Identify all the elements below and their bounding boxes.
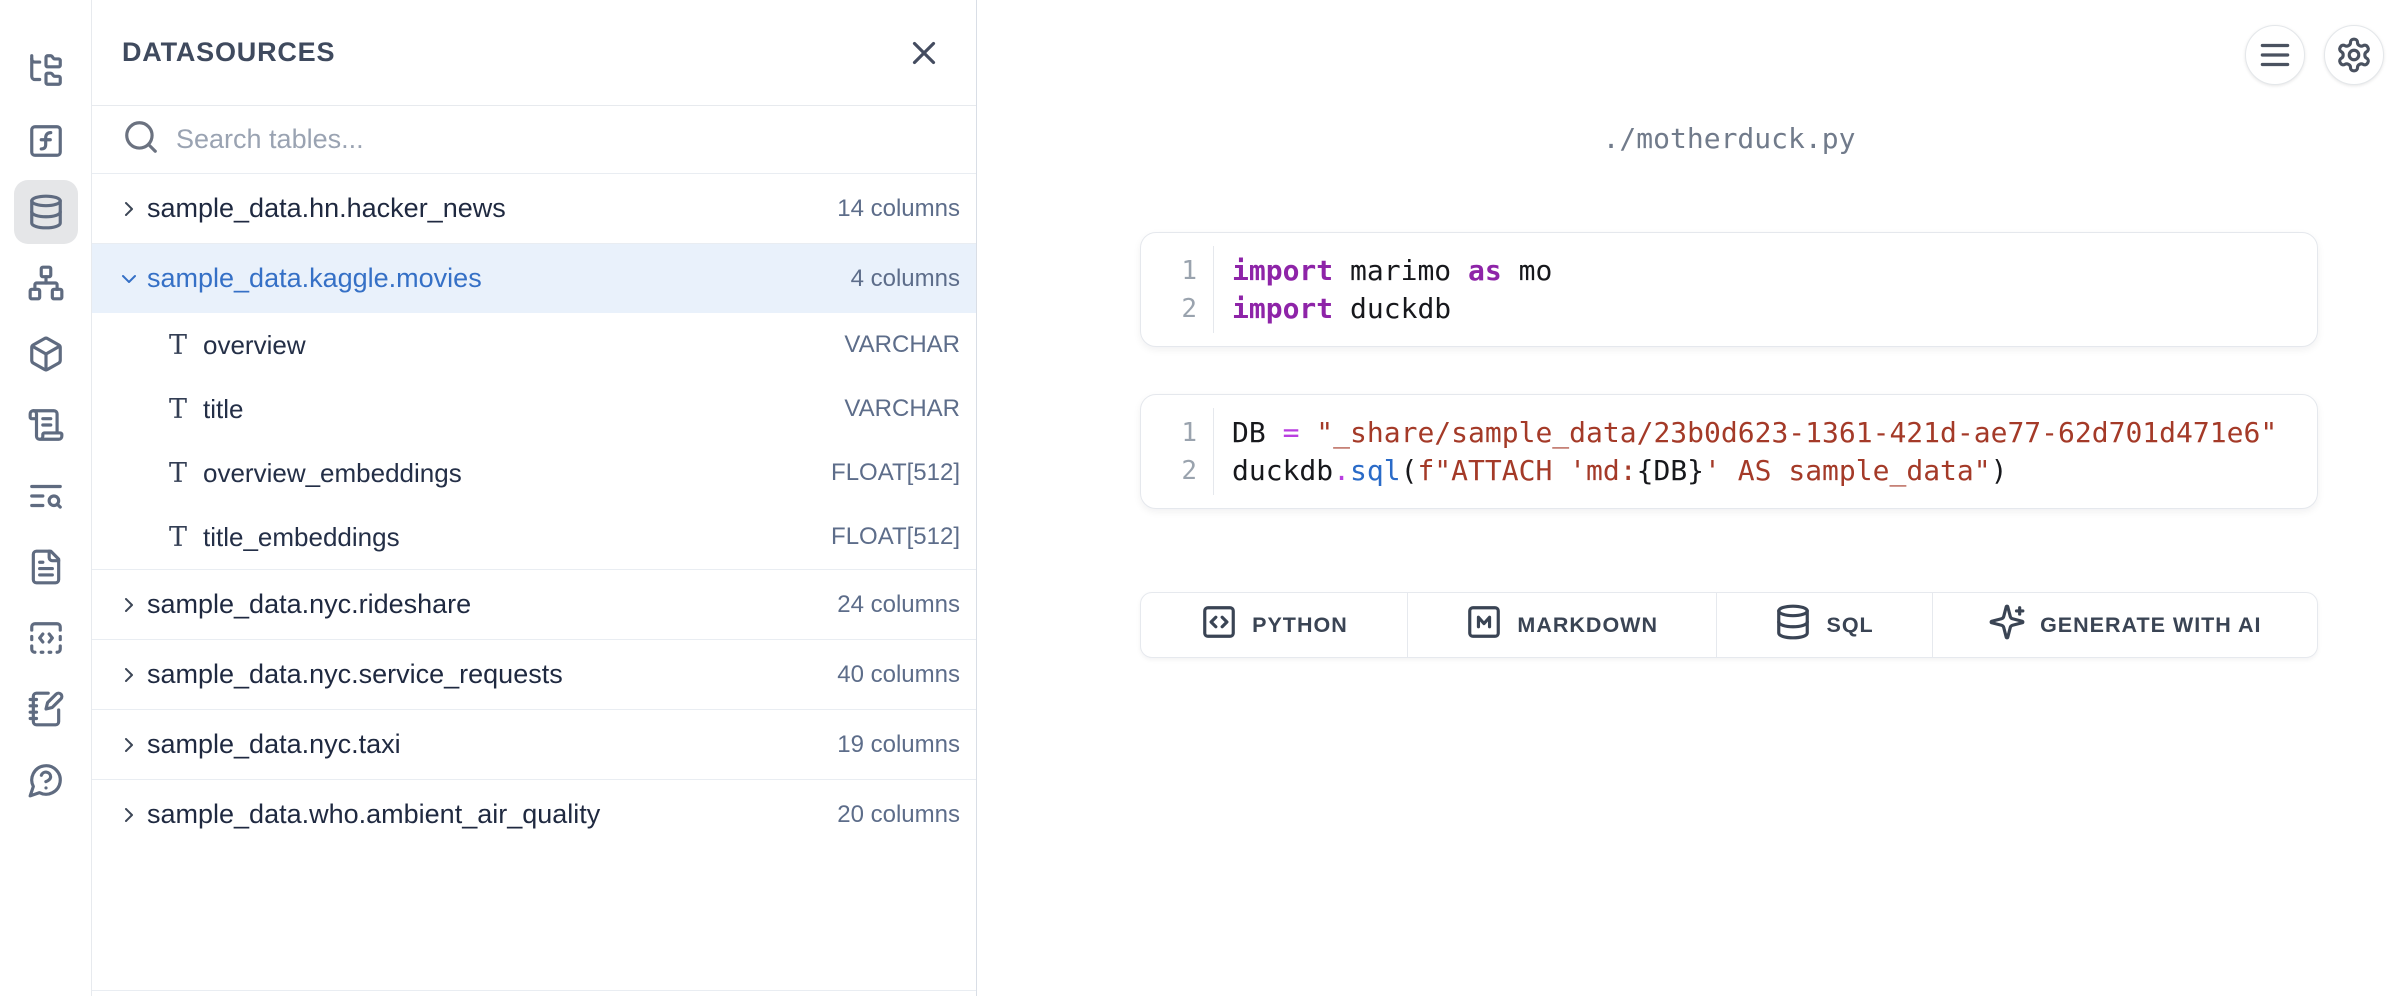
sidebar-item-dependencies network-icon[interactable]	[14, 251, 78, 315]
column-type: VARCHAR	[844, 395, 960, 423]
column-type: FLOAT[512]	[831, 459, 960, 487]
code-cell[interactable]: 12import marimo as moimport duckdb	[1140, 232, 2318, 347]
sidebar-item-packages box-icon[interactable]	[14, 322, 78, 386]
column-count: 24 columns	[837, 591, 960, 619]
code-line: import duckdb	[1232, 290, 1552, 328]
line-numbers: 12	[1141, 395, 1197, 508]
sidebar-item-logs scroll-text-icon[interactable]	[14, 393, 78, 457]
code-line: import marimo as mo	[1232, 252, 1552, 290]
text-type-icon: T	[165, 330, 191, 361]
column-count: 20 columns	[837, 801, 960, 829]
column-name: overview	[203, 330, 306, 361]
add-cell-button[interactable]: SQL	[1716, 593, 1932, 657]
table-row[interactable]: sample_data.nyc.rideshare 24 columns	[92, 569, 976, 639]
close-icon[interactable]	[902, 31, 946, 75]
chevron-right-icon[interactable]	[117, 663, 141, 687]
sidebar-icon-rail	[0, 0, 92, 996]
table-name: sample_data.hn.hacker_news	[147, 193, 506, 224]
table-name: sample_data.kaggle.movies	[147, 263, 482, 294]
chevron-right-icon[interactable]	[117, 803, 141, 827]
column-name: overview_embeddings	[203, 458, 462, 489]
add-cell-button-label: PYTHON	[1252, 613, 1348, 638]
table-row[interactable]: sample_data.hn.hacker_news 14 columns	[92, 173, 976, 243]
add-cell-button[interactable]: GENERATE WITH AI	[1932, 593, 2317, 657]
table-name: sample_data.nyc.rideshare	[147, 589, 471, 620]
add-cell-button-label: GENERATE WITH AI	[2040, 613, 2261, 638]
column-row[interactable]: T overview VARCHAR	[92, 313, 976, 377]
column-row[interactable]: T title VARCHAR	[92, 377, 976, 441]
column-row[interactable]: T overview_embeddings FLOAT[512]	[92, 441, 976, 505]
line-numbers: 12	[1141, 233, 1197, 346]
table-name: sample_data.nyc.taxi	[147, 729, 401, 760]
menu-icon[interactable]	[2245, 25, 2305, 85]
datasources-panel: DATASOURCES sample_data.hn.hacker_news 1…	[92, 0, 977, 996]
table-row[interactable]: sample_data.nyc.taxi 19 columns	[92, 709, 976, 779]
column-count: 19 columns	[837, 731, 960, 759]
add-cell-button[interactable]: MARKDOWN	[1407, 593, 1716, 657]
sidebar-item-files folder-tree-icon[interactable]	[14, 38, 78, 102]
code-line: DB = "_share/sample_data/23b0d623-1361-4…	[1232, 414, 2277, 452]
chevron-right-icon[interactable]	[117, 733, 141, 757]
table-name: sample_data.who.ambient_air_quality	[147, 799, 600, 830]
code-editor[interactable]: DB = "_share/sample_data/23b0d623-1361-4…	[1214, 395, 2277, 508]
sidebar-item-snippets snippets-icon[interactable]	[14, 606, 78, 670]
column-count: 14 columns	[837, 195, 960, 223]
search-input[interactable]	[176, 124, 956, 155]
add-cell-button-label: SQL	[1826, 613, 1873, 638]
tables-list: sample_data.hn.hacker_news 14 columns sa…	[92, 173, 976, 991]
chevron-right-icon[interactable]	[117, 197, 141, 221]
column-type: VARCHAR	[844, 331, 960, 359]
table-name: sample_data.nyc.service_requests	[147, 659, 563, 690]
add-cell-button[interactable]: PYTHON	[1141, 593, 1407, 657]
notebook-topbar	[2245, 25, 2384, 85]
add-cell-button-icon	[1988, 603, 2026, 647]
code-cell[interactable]: 12 DB = "_share/sample_data/23b0d623-1361…	[1140, 394, 2318, 509]
search-icon	[122, 118, 160, 161]
column-type: FLOAT[512]	[831, 523, 960, 551]
text-type-icon: T	[165, 458, 191, 489]
column-count: 4 columns	[851, 265, 960, 293]
chevron-right-icon[interactable]	[117, 593, 141, 617]
add-cell-button-label: MARKDOWN	[1517, 613, 1658, 638]
datasources-panel-header: DATASOURCES	[92, 0, 976, 106]
text-type-icon: T	[165, 394, 191, 425]
add-cell-button-icon	[1465, 603, 1503, 647]
table-row[interactable]: sample_data.nyc.service_requests 40 colu…	[92, 639, 976, 709]
text-type-icon: T	[165, 522, 191, 553]
sidebar-item-help help-chat-icon[interactable]	[14, 748, 78, 812]
table-row[interactable]: sample_data.who.ambient_air_quality 20 c…	[92, 779, 976, 849]
add-cell-button-icon	[1774, 603, 1812, 647]
add-cell-button-icon	[1200, 603, 1238, 647]
column-count: 40 columns	[837, 661, 960, 689]
notebook-filename: ./motherduck.py	[1140, 122, 2318, 155]
page-title: DATASOURCES	[122, 37, 335, 68]
sidebar-item-variables function-square-icon[interactable]	[14, 109, 78, 173]
sidebar-item-scratchpad notebook-pen-icon[interactable]	[14, 677, 78, 741]
chevron-right-icon[interactable]	[117, 267, 141, 291]
add-cell-bar: PYTHON MARKDOWN SQL GENERATE WITH AI	[1140, 592, 2318, 658]
column-row[interactable]: T title_embeddings FLOAT[512]	[92, 505, 976, 569]
column-name: title	[203, 394, 243, 425]
sidebar-item-documentation file-text-icon[interactable]	[14, 535, 78, 599]
table-row[interactable]: sample_data.kaggle.movies 4 columns	[92, 243, 976, 313]
gear-icon[interactable]	[2324, 25, 2384, 85]
code-line: duckdb.sql(f"ATTACH 'md:{DB}' AS sample_…	[1232, 452, 2277, 490]
sidebar-item-outline text-search-icon[interactable]	[14, 464, 78, 528]
search-bar	[92, 106, 976, 173]
sidebar-item-datasources database-icon[interactable]	[14, 180, 78, 244]
column-name: title_embeddings	[203, 522, 400, 553]
code-editor[interactable]: import marimo as moimport duckdb	[1214, 233, 1552, 346]
